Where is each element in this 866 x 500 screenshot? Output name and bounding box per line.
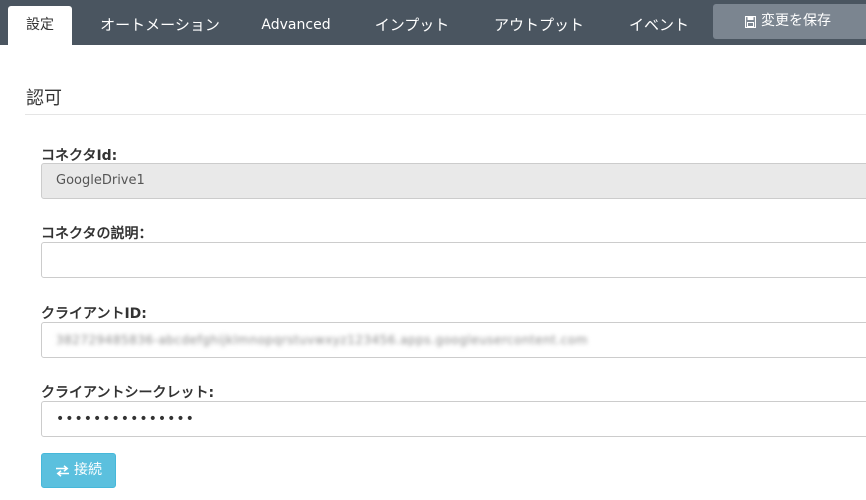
connector-description-field[interactable] [41, 242, 866, 278]
client-id-label: クライアントID: [41, 306, 147, 322]
connect-label: 接続 [74, 462, 102, 478]
save-changes-button[interactable]: 変更を保存 [713, 4, 866, 39]
save-changes-label: 変更を保存 [761, 13, 831, 29]
tab-settings[interactable]: 設定 [8, 6, 72, 45]
tab-output[interactable]: アウトプット [486, 0, 592, 45]
tab-automation[interactable]: オートメーション [94, 0, 226, 45]
tab-advanced[interactable]: Advanced [256, 0, 336, 45]
tab-input[interactable]: インプット [366, 0, 458, 45]
save-icon [745, 16, 756, 28]
top-tab-bar: 設定 オートメーション Advanced インプット アウトプット イベント 変… [0, 0, 866, 45]
connector-id-field: GoogleDrive1 [41, 163, 866, 199]
client-id-field[interactable]: 382729485836-abcdefghijklmnopqrstuvwxyz1… [41, 322, 866, 358]
client-id-value: 382729485836-abcdefghijklmnopqrstuvwxyz1… [56, 333, 588, 347]
connect-button[interactable]: 接続 [41, 453, 116, 488]
section-title: 認可 [26, 88, 62, 109]
exchange-icon [56, 465, 69, 477]
connector-id-label: コネクタId: [41, 148, 118, 164]
section-divider [25, 114, 866, 115]
tab-events[interactable]: イベント [620, 0, 698, 45]
client-secret-label: クライアントシークレット: [41, 385, 215, 401]
connector-description-label: コネクタの説明： [41, 226, 153, 242]
client-secret-field[interactable]: ••••••••••••••• [41, 401, 866, 437]
